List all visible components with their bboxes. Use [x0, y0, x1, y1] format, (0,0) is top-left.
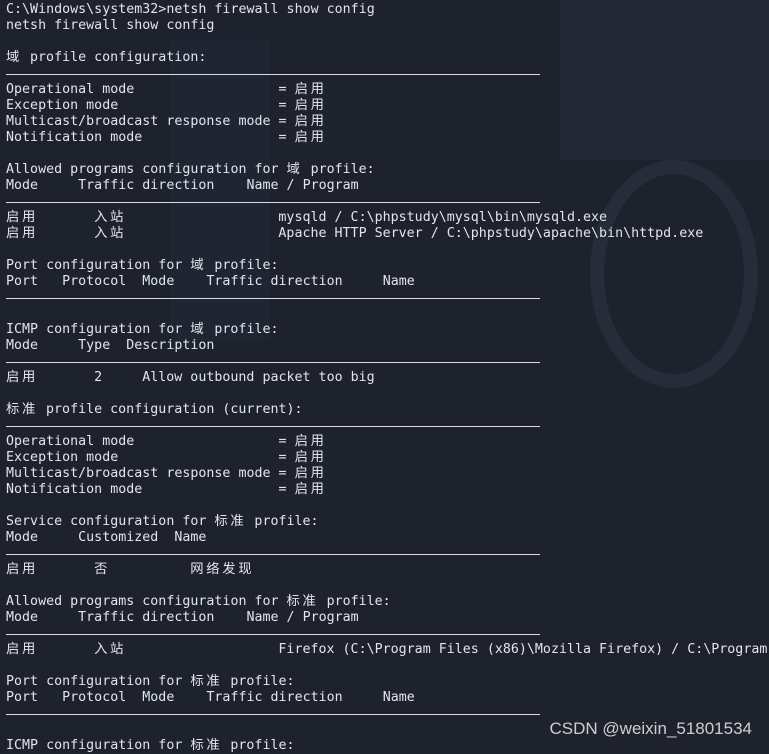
separator-line [6, 354, 769, 370]
terminal-line: 域 profile configuration: [6, 50, 207, 65]
terminal-line: Allowed programs configuration for 标准 pr… [6, 594, 391, 609]
terminal-line: Port Protocol Mode Traffic direction Nam… [6, 274, 415, 289]
terminal-line: Port configuration for 标准 profile: [6, 674, 295, 689]
separator-line [6, 194, 769, 210]
terminal-line: Mode Traffic direction Name / Program [6, 178, 359, 193]
terminal-output[interactable]: C:\Windows\system32>netsh firewall show … [6, 2, 769, 754]
terminal-line: Operational mode = 启用 [6, 82, 324, 97]
terminal-line: Multicast/broadcast response mode = 启用 [6, 114, 324, 129]
terminal-line: ICMP configuration for 标准 profile: [6, 738, 295, 753]
terminal-line: 启用 入站 Firefox (C:\Program Files (x86)\Mo… [6, 642, 768, 657]
separator-line [6, 546, 769, 562]
terminal-line: Multicast/broadcast response mode = 启用 [6, 466, 324, 481]
terminal-line: Exception mode = 启用 [6, 450, 324, 465]
terminal-line: Notification mode = 启用 [6, 130, 324, 145]
terminal-line: Notification mode = 启用 [6, 482, 324, 497]
terminal-line: Port configuration for 域 profile: [6, 258, 279, 273]
terminal-line: 启用 否 网络发现 [6, 562, 252, 577]
terminal-line: Allowed programs configuration for 域 pro… [6, 162, 375, 177]
terminal-line: Service configuration for 标准 profile: [6, 514, 319, 529]
terminal-line: netsh firewall show config [6, 18, 215, 33]
terminal-line: ICMP configuration for 域 profile: [6, 322, 279, 337]
terminal-line: Mode Customized Name [6, 530, 207, 545]
terminal-line: 启用 入站 Apache HTTP Server / C:\phpstudy\a… [6, 226, 704, 241]
separator-line [6, 290, 769, 306]
separator-line [6, 66, 769, 82]
terminal-line: Exception mode = 启用 [6, 98, 324, 113]
terminal-line: Mode Type Description [6, 338, 215, 353]
terminal-line: Mode Traffic direction Name / Program [6, 610, 359, 625]
terminal-line: 启用 2 Allow outbound packet too big [6, 370, 375, 385]
terminal-line: 启用 入站 mysqld / C:\phpstudy\mysql\bin\mys… [6, 210, 608, 225]
terminal-line: C:\Windows\system32>netsh firewall show … [6, 2, 375, 17]
terminal-line: 标准 profile configuration (current): [6, 402, 303, 417]
terminal-line: Operational mode = 启用 [6, 434, 324, 449]
terminal-line: Port Protocol Mode Traffic direction Nam… [6, 690, 415, 705]
separator-line [6, 418, 769, 434]
csdn-watermark: CSDN @weixin_51801534 [549, 719, 752, 738]
separator-line [6, 626, 769, 642]
